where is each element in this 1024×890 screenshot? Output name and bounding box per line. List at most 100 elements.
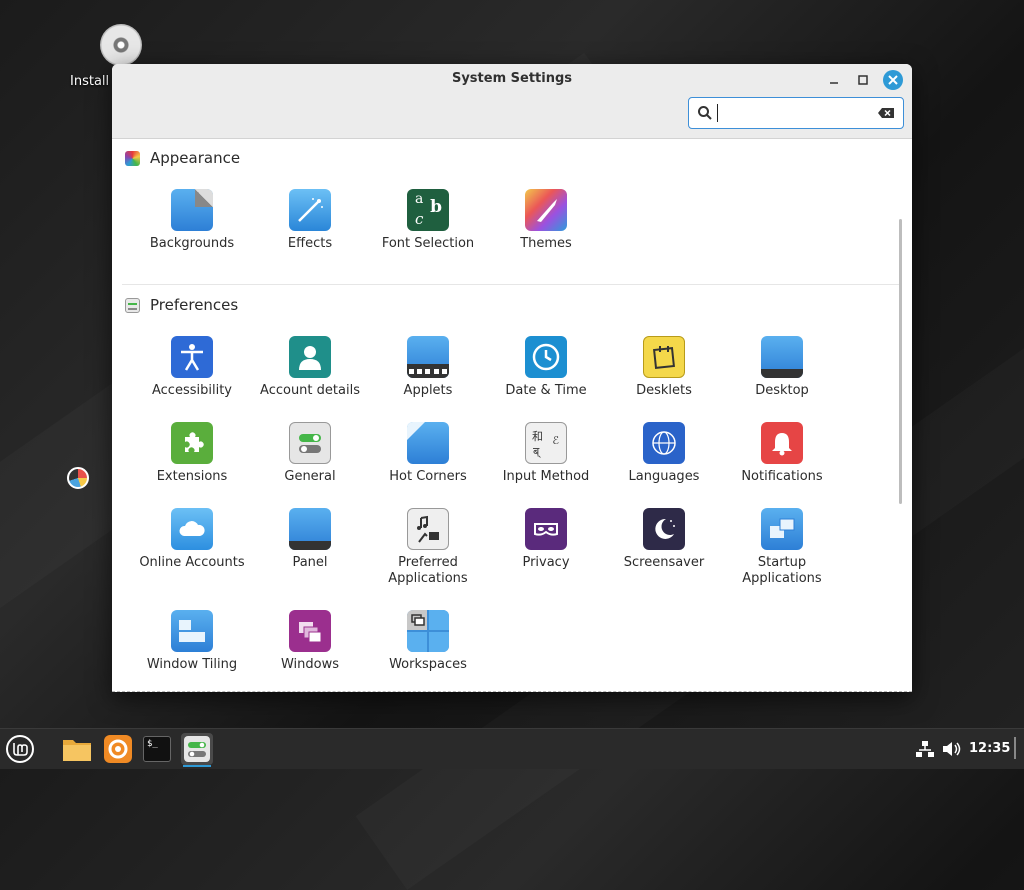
vertical-scrollbar[interactable]: [899, 219, 902, 504]
tile-window-tiling[interactable]: Window Tiling: [133, 610, 251, 673]
tile-general[interactable]: General: [251, 422, 369, 485]
settings-content[interactable]: Appearance Backgrounds Effects a b c Fon…: [112, 139, 904, 692]
tile-label: Preferred Applications: [388, 555, 468, 586]
taskbar: $_ 12:35: [0, 728, 1024, 769]
mint-logo-icon: [6, 735, 34, 763]
window-tiling-icon: [171, 610, 213, 652]
user-icon: [289, 336, 331, 378]
tile-label: Languages: [628, 469, 700, 484]
search-input[interactable]: [717, 104, 872, 122]
tile-workspaces[interactable]: Workspaces: [369, 610, 487, 673]
tile-effects[interactable]: Effects: [251, 189, 369, 252]
maximize-icon: [858, 75, 868, 85]
clock-icon: [525, 336, 567, 378]
minimize-icon: [830, 82, 838, 84]
tile-desklets[interactable]: Desklets: [605, 336, 723, 399]
clear-search-icon[interactable]: [877, 107, 895, 119]
close-icon: [888, 75, 898, 85]
tile-label: Themes: [520, 236, 572, 251]
search-field[interactable]: [688, 97, 904, 129]
preferences-icon: [125, 297, 140, 313]
puzzle-icon: [171, 422, 213, 464]
tile-label: Effects: [287, 236, 333, 251]
tile-date-time[interactable]: Date & Time: [487, 336, 605, 399]
startup-icon: [761, 508, 803, 550]
tile-label: Account details: [260, 383, 360, 398]
tile-account-details[interactable]: Account details: [251, 336, 369, 399]
tile-input-method[interactable]: 和 ℰ ब् Input Method: [487, 422, 605, 485]
bell-icon: [761, 422, 803, 464]
panel-icon: [289, 508, 331, 550]
cloud-icon: [171, 508, 213, 550]
network-icon[interactable]: [916, 740, 934, 762]
settings-taskbar-button[interactable]: [181, 733, 213, 767]
tile-font-selection[interactable]: a b c Font Selection: [369, 189, 487, 252]
tile-themes[interactable]: Themes: [487, 189, 605, 252]
titlebar[interactable]: System Settings: [112, 64, 912, 139]
terminal-taskbar-button[interactable]: $_: [141, 733, 173, 765]
toggle-icon: [289, 422, 331, 464]
accessibility-icon: [171, 336, 213, 378]
tile-windows[interactable]: Windows: [251, 610, 369, 673]
section-title: Appearance: [150, 149, 241, 167]
tile-accessibility[interactable]: Accessibility: [133, 336, 251, 399]
search-icon: [698, 106, 712, 120]
tile-label: Window Tiling: [146, 657, 238, 672]
applets-icon: [407, 336, 449, 378]
tile-panel[interactable]: Panel: [251, 508, 369, 571]
mask-icon: [525, 508, 567, 550]
firefox-taskbar-button[interactable]: [102, 733, 134, 765]
tile-screensaver[interactable]: Screensaver: [605, 508, 723, 571]
tile-privacy[interactable]: Privacy: [487, 508, 605, 571]
folder-icon: [63, 740, 91, 761]
show-desktop-button[interactable]: [1014, 737, 1016, 759]
tile-label: Date & Time: [505, 383, 587, 398]
section-divider: [122, 284, 900, 285]
tile-label: Backgrounds: [149, 236, 235, 251]
volume-icon[interactable]: [942, 740, 962, 762]
windows-icon: [289, 610, 331, 652]
tile-extensions[interactable]: Extensions: [133, 422, 251, 485]
tile-label: Online Accounts: [139, 555, 245, 570]
tile-label: Extensions: [156, 469, 228, 484]
media-icon: [407, 508, 449, 550]
chart-desktop-icon[interactable]: [67, 467, 89, 489]
tile-label: Desktop: [755, 383, 809, 398]
tile-preferred-applications[interactable]: Preferred Applications: [369, 508, 487, 587]
appearance-icon: [125, 150, 140, 166]
close-button[interactable]: [883, 70, 903, 90]
tile-label: Accessibility: [152, 383, 232, 398]
window-bottom-edge: [112, 689, 912, 692]
tile-label: Privacy: [522, 555, 570, 570]
minimize-button[interactable]: [824, 70, 844, 90]
menu-button[interactable]: [4, 733, 36, 765]
font-icon: a b c: [407, 189, 449, 231]
settings-toggle-icon: [184, 736, 210, 762]
workspaces-icon: [407, 610, 449, 652]
tile-languages[interactable]: Languages: [605, 422, 723, 485]
maximize-button[interactable]: [853, 70, 873, 90]
tile-label: Workspaces: [389, 657, 467, 672]
section-appearance: Appearance: [125, 149, 240, 167]
tile-hot-corners[interactable]: Hot Corners: [369, 422, 487, 485]
tile-applets[interactable]: Applets: [369, 336, 487, 399]
tile-startup-applications[interactable]: Startup Applications: [723, 508, 841, 587]
system-settings-window: System Settings Appearance Backgrounds E…: [112, 64, 912, 692]
desklets-icon: [643, 336, 685, 378]
window-title: System Settings: [451, 71, 573, 86]
desktop-icon: [761, 336, 803, 378]
moon-icon: [643, 508, 685, 550]
terminal-icon: $_: [143, 736, 171, 762]
files-taskbar-button[interactable]: [61, 733, 93, 765]
tile-desktop[interactable]: Desktop: [723, 336, 841, 399]
section-title: Preferences: [150, 296, 239, 314]
clock[interactable]: 12:35: [969, 741, 1010, 756]
cd-icon: [100, 24, 142, 66]
input-method-icon: 和 ℰ ब्: [525, 422, 567, 464]
tile-label: Windows: [280, 657, 340, 672]
tile-online-accounts[interactable]: Online Accounts: [133, 508, 251, 571]
effects-icon: [289, 189, 331, 231]
tile-backgrounds[interactable]: Backgrounds: [133, 189, 251, 252]
backgrounds-icon: [171, 189, 213, 231]
tile-notifications[interactable]: Notifications: [723, 422, 841, 485]
